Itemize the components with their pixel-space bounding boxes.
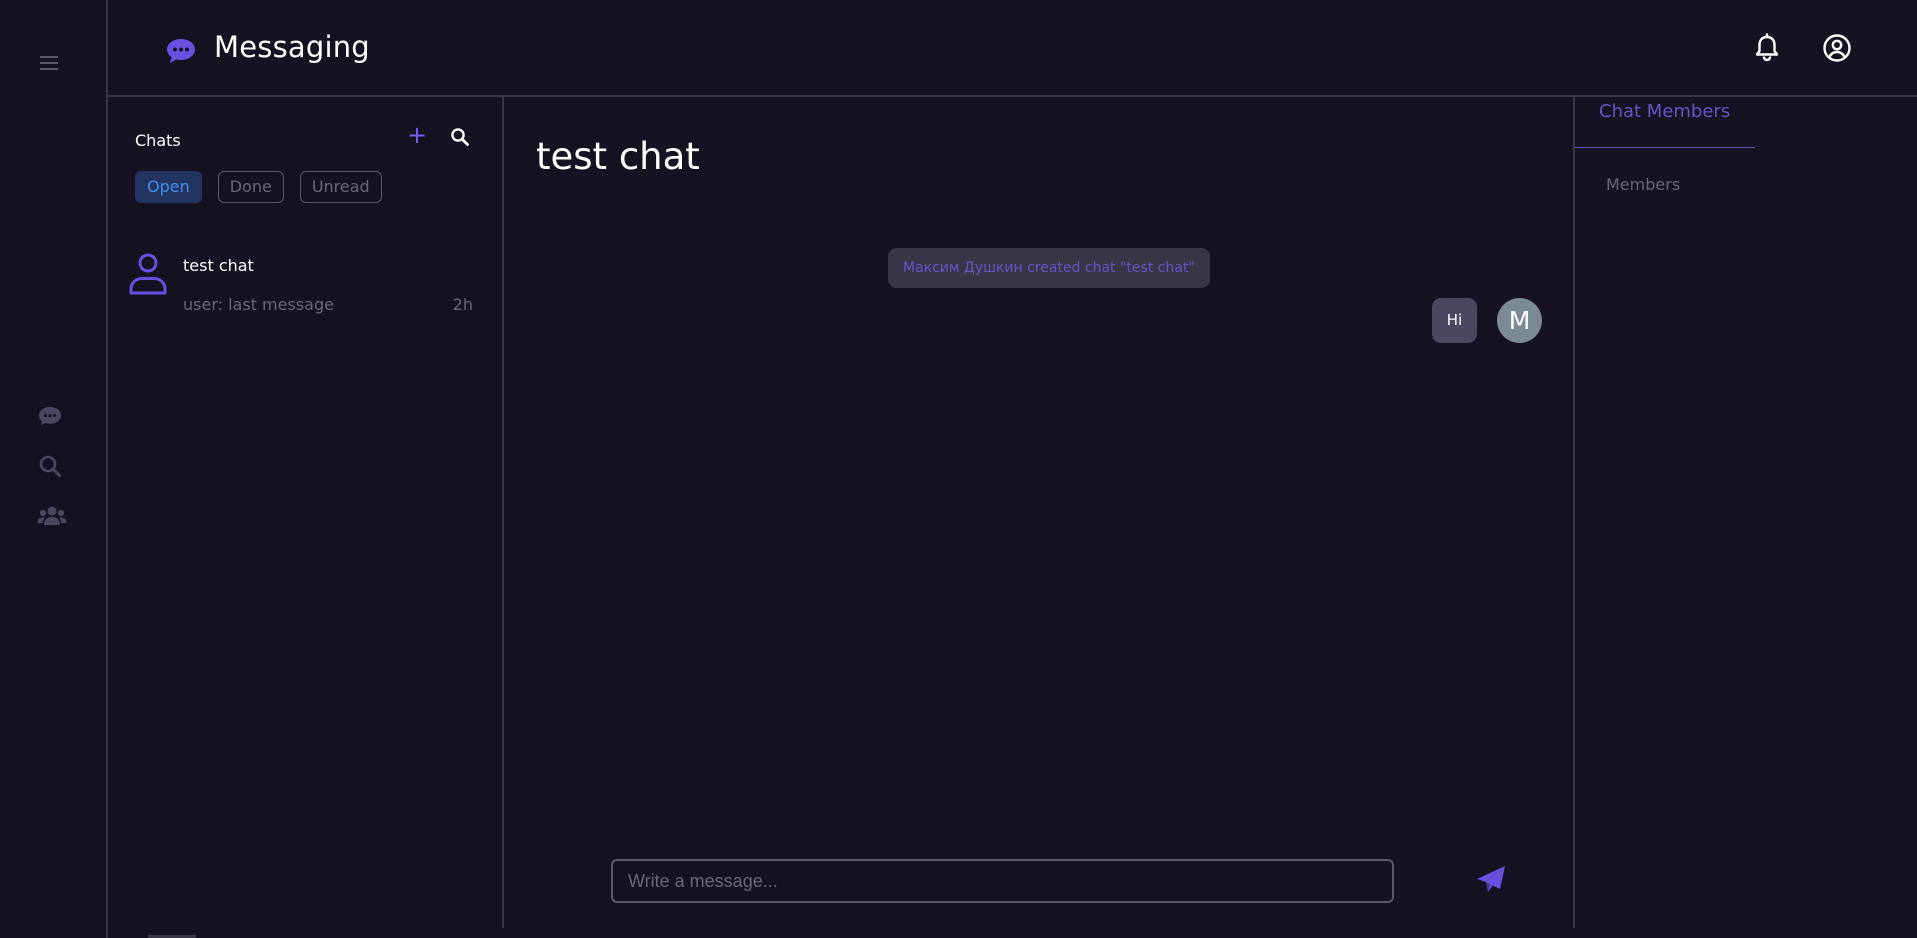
tab-chat-members[interactable]: Chat Members [1575,97,1755,148]
tab-chat-members-label: Chat Members [1599,101,1731,122]
add-chat-button[interactable]: + [405,123,429,147]
left-rail [0,0,108,938]
chat-time: 2h [452,295,473,314]
user-avatar-icon [128,252,168,296]
search-icon[interactable] [34,450,66,482]
chats-panel: Chats + Open Done Unread test chat user:… [108,97,504,928]
message-input[interactable] [611,859,1394,903]
filter-unread[interactable]: Unread [299,171,382,203]
user-circle-icon[interactable] [1822,33,1852,63]
chats-heading: Chats [135,131,181,150]
system-message: Максим Душкин created chat "test chat" [888,248,1210,288]
filter-done[interactable]: Done [217,171,284,203]
chat-last-message: user: last message [183,295,334,314]
top-header: Messaging [108,0,1917,97]
search-chats-icon[interactable] [450,127,470,147]
conversation-panel: test chat Максим Душкин created chat "te… [504,97,1575,928]
avatar: M [1497,298,1542,343]
hamburger-menu-icon[interactable] [33,47,65,79]
chat-name: test chat [183,256,254,275]
chat-list-item[interactable]: test chat user: last message 2h [128,252,488,322]
message-bubble: Hi [1432,298,1477,343]
send-icon[interactable] [1474,863,1508,897]
filter-open[interactable]: Open [135,171,202,203]
members-panel: Chat Members Members [1575,97,1917,928]
bell-icon[interactable] [1753,33,1781,63]
messaging-logo-icon [165,37,197,65]
users-group-icon[interactable] [36,500,68,532]
chat-bubble-icon[interactable] [34,400,66,432]
members-section-label: Members [1606,175,1681,194]
conversation-title: test chat [536,135,700,178]
chat-filters: Open Done Unread [135,171,382,203]
app-title: Messaging [214,30,370,64]
